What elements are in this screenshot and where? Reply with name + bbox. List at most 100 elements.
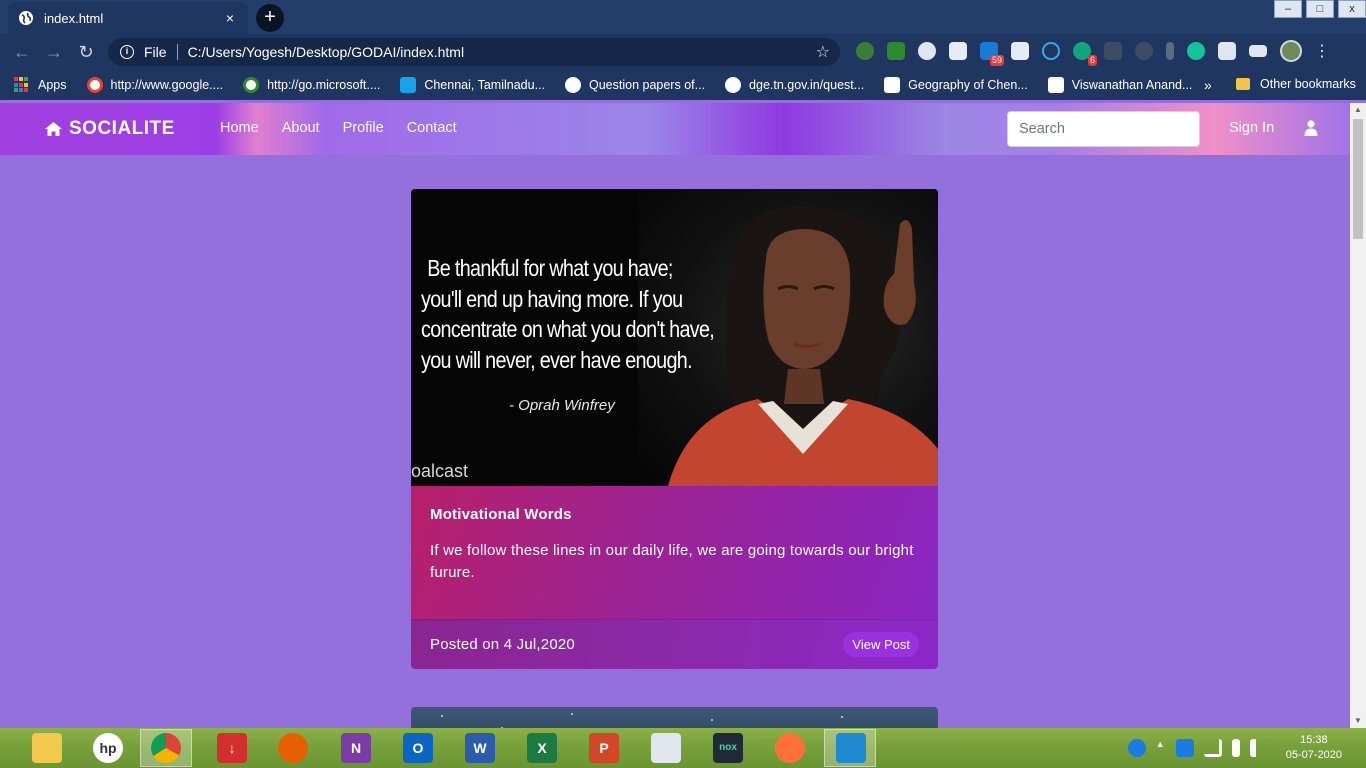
system-clock[interactable]: 15:38 05-07-2020 xyxy=(1286,733,1342,763)
bookmark-microsoft[interactable]: http://go.microsoft.... xyxy=(243,77,380,93)
post-text: If we follow these lines in our daily li… xyxy=(430,542,914,581)
cast-icon[interactable] xyxy=(887,42,905,60)
bookmark-google[interactable]: http://www.google.... xyxy=(86,77,224,93)
post-date: Posted on 4 Jul,2020 xyxy=(430,636,575,653)
nav-links: Home About Profile Contact xyxy=(220,120,480,136)
word-icon[interactable]: W xyxy=(465,733,495,763)
bookmark-anand[interactable]: Viswanathan Anand... xyxy=(1047,77,1193,93)
url-scheme: File xyxy=(144,44,167,60)
globe-icon xyxy=(19,11,33,25)
browser-toolbar: ← → ↻ i File C:/Users/Yogesh/Desktop/GOD… xyxy=(0,34,1366,70)
bookmark-dge[interactable]: dge.tn.gov.in/quest... xyxy=(725,77,864,93)
other-bookmarks[interactable]: Other bookmarks xyxy=(1236,77,1356,91)
network-icon[interactable] xyxy=(1203,739,1222,757)
page-scrollbar[interactable]: ▲ ▼ xyxy=(1350,103,1366,728)
wikipedia-icon xyxy=(884,77,901,93)
page-viewport: SOCIALITE Home About Profile Contact Sig… xyxy=(0,103,1350,728)
task-manager-icon[interactable] xyxy=(651,733,681,763)
scrollbar-thumb[interactable] xyxy=(1353,119,1363,239)
file-explorer-icon[interactable] xyxy=(32,733,62,763)
flashlight-icon[interactable] xyxy=(1166,42,1174,60)
post-body: Motivational Words If we follow these li… xyxy=(411,486,938,619)
close-window-button[interactable]: x xyxy=(1338,0,1366,18)
scroll-down-icon[interactable]: ▼ xyxy=(1350,714,1366,728)
new-tab-button[interactable]: + xyxy=(256,4,284,32)
linkedin-icon[interactable]: 59 xyxy=(980,42,1004,66)
bookmark-label: Apps xyxy=(38,78,67,92)
bookmark-star-icon[interactable]: ☆ xyxy=(816,42,830,62)
site-brand[interactable]: SOCIALITE xyxy=(44,118,175,140)
nav-contact[interactable]: Contact xyxy=(407,120,457,136)
bookmark-label: Viswanathan Anand... xyxy=(1071,78,1193,92)
image-watermark: oalcast xyxy=(411,461,469,481)
bookmark-chennai[interactable]: Chennai, Tamilnadu... xyxy=(400,77,545,93)
mail-icon[interactable] xyxy=(1104,42,1122,60)
forward-icon[interactable]: → xyxy=(38,36,70,68)
system-tray: ▲ 15:38 05-07-2020 xyxy=(1118,728,1366,768)
user-icon[interactable] xyxy=(1304,120,1318,136)
next-post-card xyxy=(411,707,938,728)
bookmark-apps[interactable]: Apps xyxy=(14,77,67,93)
restore-button[interactable]: □ xyxy=(1306,0,1334,18)
minimize-button[interactable]: – xyxy=(1274,0,1302,18)
audio-icon[interactable] xyxy=(1042,42,1060,60)
snowflake-icon[interactable] xyxy=(1175,739,1194,757)
nox-icon[interactable]: nox xyxy=(713,733,743,763)
xbox-icon xyxy=(243,77,260,93)
help-icon[interactable] xyxy=(1127,739,1146,757)
nav-about[interactable]: About xyxy=(282,120,320,136)
nav-home[interactable]: Home xyxy=(220,120,259,136)
quote-line-2: you'll end up having more. If you xyxy=(421,285,683,312)
bookmark-geography[interactable]: Geography of Chen... xyxy=(884,77,1028,93)
powerpoint-icon[interactable]: P xyxy=(589,733,619,763)
outlook-icon[interactable]: O xyxy=(403,733,433,763)
bookmark-label: Question papers of... xyxy=(589,78,706,92)
search-input[interactable] xyxy=(1007,111,1200,147)
profile-avatar[interactable] xyxy=(1280,40,1302,62)
battery-icon[interactable] xyxy=(1231,739,1240,757)
chat-icon[interactable] xyxy=(1135,42,1153,60)
m-icon xyxy=(400,77,417,93)
clock-date: 05-07-2020 xyxy=(1285,749,1342,761)
extension-icon[interactable] xyxy=(856,42,874,60)
onenote-icon[interactable]: N xyxy=(341,733,371,763)
bookmarks-bar: Apps http://www.google.... http://go.mic… xyxy=(0,70,1366,100)
post-title: Motivational Words xyxy=(430,506,572,523)
address-bar[interactable]: i File C:/Users/Yogesh/Desktop/GODAI/ind… xyxy=(108,38,840,66)
back-icon[interactable]: ← xyxy=(6,36,38,68)
bookmark-question-papers[interactable]: Question papers of... xyxy=(565,77,705,93)
vscode-icon[interactable] xyxy=(836,733,866,763)
hp-icon[interactable]: hp xyxy=(93,733,123,763)
url-text[interactable]: C:/Users/Yogesh/Desktop/GODAI/index.html xyxy=(188,44,816,60)
apps-grid-icon xyxy=(14,77,30,93)
reload-icon[interactable]: ↻ xyxy=(70,36,102,68)
bookmark-label: Chennai, Tamilnadu... xyxy=(424,78,545,92)
grammarly-icon[interactable] xyxy=(1187,42,1205,60)
bookmark-label: http://www.google.... xyxy=(110,78,224,92)
grammar-icon[interactable]: 6 xyxy=(1073,42,1097,66)
excel-icon[interactable]: X xyxy=(527,733,557,763)
s-extension-icon[interactable] xyxy=(1011,42,1029,60)
firefox-dev-icon[interactable] xyxy=(278,733,308,763)
download-manager-icon[interactable]: ↓ xyxy=(217,733,247,763)
chrome-icon[interactable] xyxy=(151,733,181,763)
sign-in-link[interactable]: Sign In xyxy=(1229,120,1274,136)
nav-profile[interactable]: Profile xyxy=(343,120,384,136)
extension-icons: 59 6 ⋮ xyxy=(856,40,1330,66)
quote-author: - Oprah Winfrey xyxy=(509,397,615,414)
menu-icon[interactable]: ⋮ xyxy=(1314,41,1330,61)
post-card: Be thankful for what you have; you'll en… xyxy=(411,189,938,669)
tab-close-icon[interactable]: × xyxy=(222,10,238,26)
view-post-button[interactable]: View Post xyxy=(843,632,919,657)
browser-tab[interactable]: index.html × xyxy=(8,2,248,34)
tray-expand-icon[interactable]: ▲ xyxy=(1156,739,1166,757)
volume-muted-icon[interactable] xyxy=(1249,739,1268,757)
firefox-icon[interactable] xyxy=(775,733,805,763)
scroll-up-icon[interactable]: ▲ xyxy=(1350,103,1366,117)
site-info-icon[interactable]: i xyxy=(120,45,134,59)
puzzle-icon[interactable] xyxy=(1218,42,1236,60)
news-icon[interactable] xyxy=(949,42,967,60)
media-icon[interactable] xyxy=(1249,45,1267,57)
more-bookmarks-icon[interactable]: » xyxy=(1204,77,1212,93)
speed-icon[interactable] xyxy=(918,42,936,60)
